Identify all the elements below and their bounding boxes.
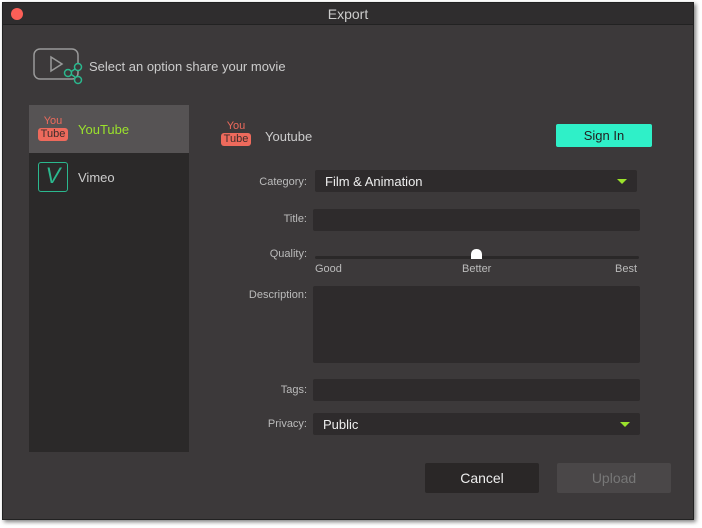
privacy-label: Privacy:: [267, 418, 307, 430]
privacy-select[interactable]: Public: [313, 413, 640, 435]
vimeo-logo-icon: V: [38, 162, 68, 192]
tick-good: Good: [315, 263, 342, 275]
category-value: Film & Animation: [325, 174, 423, 189]
chevron-down-icon: [617, 179, 627, 184]
tick-better: Better: [462, 263, 492, 275]
share-movie-icon: [33, 45, 85, 90]
title-input[interactable]: [313, 209, 640, 231]
youtube-logo-icon: You Tube: [221, 121, 251, 147]
quality-label: Quality:: [269, 248, 307, 260]
slider-thumb[interactable]: [471, 249, 482, 259]
close-button[interactable]: [11, 8, 23, 20]
title-label: Title:: [283, 213, 307, 225]
sidebar-item-label: YouTube: [78, 121, 130, 137]
description-label: Description:: [248, 289, 307, 301]
category-label: Category:: [259, 176, 307, 188]
description-textarea[interactable]: [313, 286, 640, 363]
window-title: Export: [327, 6, 369, 22]
category-select[interactable]: Film & Animation: [315, 170, 637, 192]
upload-button[interactable]: Upload: [557, 463, 671, 493]
cancel-button[interactable]: Cancel: [425, 463, 539, 493]
sign-in-button[interactable]: Sign In: [556, 124, 652, 147]
chevron-down-icon: [620, 422, 630, 427]
sidebar: You Tube YouTube V Vimeo: [29, 105, 189, 452]
sidebar-item-vimeo[interactable]: V Vimeo: [29, 153, 189, 201]
privacy-value: Public: [323, 417, 359, 432]
sidebar-item-youtube[interactable]: You Tube YouTube: [29, 105, 189, 153]
tags-input[interactable]: [313, 379, 640, 401]
sidebar-item-label: Vimeo: [78, 169, 115, 185]
youtube-logo-icon: You Tube: [38, 116, 68, 142]
title-bar: Export: [3, 3, 693, 25]
header-text: Select an option share your movie: [89, 59, 286, 74]
quality-slider[interactable]: Good Better Best: [315, 247, 639, 277]
tags-label: Tags:: [280, 384, 307, 396]
service-name: Youtube: [265, 129, 313, 144]
export-window: Export Select an option share your movie…: [2, 2, 694, 520]
tick-best: Best: [614, 263, 637, 275]
